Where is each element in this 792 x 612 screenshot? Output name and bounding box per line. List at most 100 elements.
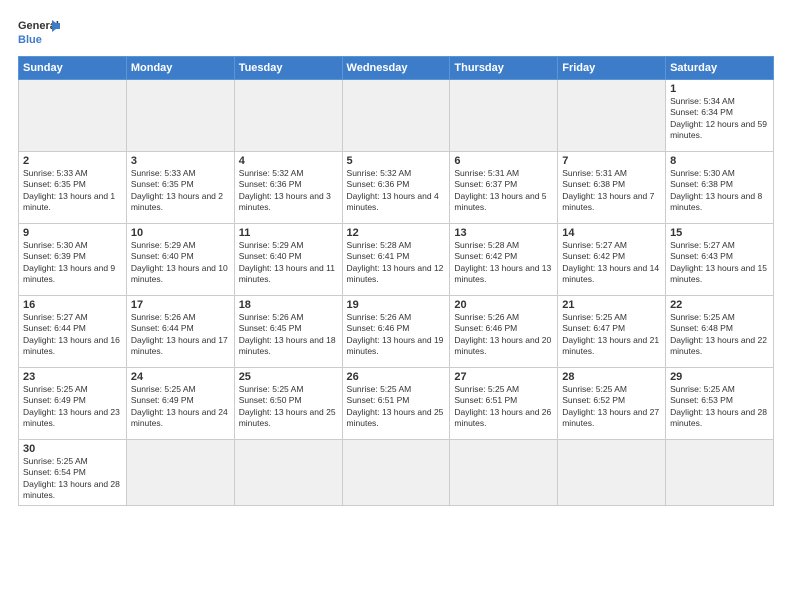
table-row: 25Sunrise: 5:25 AM Sunset: 6:50 PM Dayli…	[234, 368, 342, 440]
day-number: 5	[347, 155, 446, 167]
table-row: 7Sunrise: 5:31 AM Sunset: 6:38 PM Daylig…	[558, 152, 666, 224]
table-row: 5Sunrise: 5:32 AM Sunset: 6:36 PM Daylig…	[342, 152, 450, 224]
table-row: 28Sunrise: 5:25 AM Sunset: 6:52 PM Dayli…	[558, 368, 666, 440]
day-info: Sunrise: 5:25 AM Sunset: 6:48 PM Dayligh…	[670, 312, 769, 358]
calendar-week-row: 16Sunrise: 5:27 AM Sunset: 6:44 PM Dayli…	[19, 296, 774, 368]
table-row: 8Sunrise: 5:30 AM Sunset: 6:38 PM Daylig…	[666, 152, 774, 224]
calendar-week-row: 2Sunrise: 5:33 AM Sunset: 6:35 PM Daylig…	[19, 152, 774, 224]
table-row	[450, 440, 558, 506]
calendar-page: General Blue Sunday Monday Tuesday Wedne…	[0, 0, 792, 612]
table-row: 9Sunrise: 5:30 AM Sunset: 6:39 PM Daylig…	[19, 224, 127, 296]
day-info: Sunrise: 5:25 AM Sunset: 6:54 PM Dayligh…	[23, 456, 122, 502]
day-info: Sunrise: 5:28 AM Sunset: 6:42 PM Dayligh…	[454, 240, 553, 286]
day-info: Sunrise: 5:27 AM Sunset: 6:42 PM Dayligh…	[562, 240, 661, 286]
col-thursday: Thursday	[450, 57, 558, 80]
day-number: 24	[131, 371, 230, 383]
table-row: 20Sunrise: 5:26 AM Sunset: 6:46 PM Dayli…	[450, 296, 558, 368]
day-info: Sunrise: 5:32 AM Sunset: 6:36 PM Dayligh…	[347, 168, 446, 214]
day-info: Sunrise: 5:25 AM Sunset: 6:53 PM Dayligh…	[670, 384, 769, 430]
day-number: 29	[670, 371, 769, 383]
header: General Blue	[18, 16, 774, 48]
table-row: 23Sunrise: 5:25 AM Sunset: 6:49 PM Dayli…	[19, 368, 127, 440]
day-number: 8	[670, 155, 769, 167]
table-row: 26Sunrise: 5:25 AM Sunset: 6:51 PM Dayli…	[342, 368, 450, 440]
day-info: Sunrise: 5:31 AM Sunset: 6:37 PM Dayligh…	[454, 168, 553, 214]
day-number: 22	[670, 299, 769, 311]
calendar-week-row: 23Sunrise: 5:25 AM Sunset: 6:49 PM Dayli…	[19, 368, 774, 440]
calendar-header-row: Sunday Monday Tuesday Wednesday Thursday…	[19, 57, 774, 80]
day-info: Sunrise: 5:30 AM Sunset: 6:39 PM Dayligh…	[23, 240, 122, 286]
svg-text:Blue: Blue	[18, 34, 42, 46]
table-row	[666, 440, 774, 506]
day-info: Sunrise: 5:25 AM Sunset: 6:47 PM Dayligh…	[562, 312, 661, 358]
day-info: Sunrise: 5:29 AM Sunset: 6:40 PM Dayligh…	[131, 240, 230, 286]
day-info: Sunrise: 5:25 AM Sunset: 6:51 PM Dayligh…	[454, 384, 553, 430]
logo-svg: General Blue	[18, 16, 60, 48]
col-saturday: Saturday	[666, 57, 774, 80]
calendar-week-row: 30Sunrise: 5:25 AM Sunset: 6:54 PM Dayli…	[19, 440, 774, 506]
day-number: 9	[23, 227, 122, 239]
table-row	[558, 440, 666, 506]
day-info: Sunrise: 5:26 AM Sunset: 6:44 PM Dayligh…	[131, 312, 230, 358]
day-number: 21	[562, 299, 661, 311]
day-number: 20	[454, 299, 553, 311]
day-info: Sunrise: 5:25 AM Sunset: 6:52 PM Dayligh…	[562, 384, 661, 430]
day-info: Sunrise: 5:26 AM Sunset: 6:45 PM Dayligh…	[239, 312, 338, 358]
day-info: Sunrise: 5:34 AM Sunset: 6:34 PM Dayligh…	[670, 96, 769, 142]
table-row: 15Sunrise: 5:27 AM Sunset: 6:43 PM Dayli…	[666, 224, 774, 296]
day-info: Sunrise: 5:29 AM Sunset: 6:40 PM Dayligh…	[239, 240, 338, 286]
table-row: 19Sunrise: 5:26 AM Sunset: 6:46 PM Dayli…	[342, 296, 450, 368]
table-row	[234, 80, 342, 152]
table-row: 18Sunrise: 5:26 AM Sunset: 6:45 PM Dayli…	[234, 296, 342, 368]
day-number: 27	[454, 371, 553, 383]
day-number: 12	[347, 227, 446, 239]
table-row: 27Sunrise: 5:25 AM Sunset: 6:51 PM Dayli…	[450, 368, 558, 440]
day-info: Sunrise: 5:33 AM Sunset: 6:35 PM Dayligh…	[131, 168, 230, 214]
table-row: 17Sunrise: 5:26 AM Sunset: 6:44 PM Dayli…	[126, 296, 234, 368]
day-info: Sunrise: 5:25 AM Sunset: 6:49 PM Dayligh…	[23, 384, 122, 430]
day-info: Sunrise: 5:25 AM Sunset: 6:51 PM Dayligh…	[347, 384, 446, 430]
day-number: 17	[131, 299, 230, 311]
col-friday: Friday	[558, 57, 666, 80]
day-number: 2	[23, 155, 122, 167]
calendar-week-row: 9Sunrise: 5:30 AM Sunset: 6:39 PM Daylig…	[19, 224, 774, 296]
day-number: 25	[239, 371, 338, 383]
day-number: 13	[454, 227, 553, 239]
table-row: 10Sunrise: 5:29 AM Sunset: 6:40 PM Dayli…	[126, 224, 234, 296]
col-wednesday: Wednesday	[342, 57, 450, 80]
table-row: 6Sunrise: 5:31 AM Sunset: 6:37 PM Daylig…	[450, 152, 558, 224]
day-number: 26	[347, 371, 446, 383]
day-number: 14	[562, 227, 661, 239]
day-number: 6	[454, 155, 553, 167]
logo: General Blue	[18, 16, 60, 48]
table-row: 12Sunrise: 5:28 AM Sunset: 6:41 PM Dayli…	[342, 224, 450, 296]
day-info: Sunrise: 5:28 AM Sunset: 6:41 PM Dayligh…	[347, 240, 446, 286]
day-number: 7	[562, 155, 661, 167]
col-monday: Monday	[126, 57, 234, 80]
day-info: Sunrise: 5:25 AM Sunset: 6:50 PM Dayligh…	[239, 384, 338, 430]
day-info: Sunrise: 5:26 AM Sunset: 6:46 PM Dayligh…	[347, 312, 446, 358]
table-row	[126, 80, 234, 152]
table-row: 11Sunrise: 5:29 AM Sunset: 6:40 PM Dayli…	[234, 224, 342, 296]
table-row: 1Sunrise: 5:34 AM Sunset: 6:34 PM Daylig…	[666, 80, 774, 152]
day-number: 18	[239, 299, 338, 311]
table-row: 4Sunrise: 5:32 AM Sunset: 6:36 PM Daylig…	[234, 152, 342, 224]
day-number: 11	[239, 227, 338, 239]
day-info: Sunrise: 5:27 AM Sunset: 6:43 PM Dayligh…	[670, 240, 769, 286]
day-number: 3	[131, 155, 230, 167]
table-row	[126, 440, 234, 506]
day-info: Sunrise: 5:33 AM Sunset: 6:35 PM Dayligh…	[23, 168, 122, 214]
table-row: 30Sunrise: 5:25 AM Sunset: 6:54 PM Dayli…	[19, 440, 127, 506]
table-row: 13Sunrise: 5:28 AM Sunset: 6:42 PM Dayli…	[450, 224, 558, 296]
table-row: 29Sunrise: 5:25 AM Sunset: 6:53 PM Dayli…	[666, 368, 774, 440]
table-row	[342, 440, 450, 506]
day-number: 28	[562, 371, 661, 383]
day-number: 23	[23, 371, 122, 383]
day-number: 30	[23, 443, 122, 455]
table-row: 16Sunrise: 5:27 AM Sunset: 6:44 PM Dayli…	[19, 296, 127, 368]
day-info: Sunrise: 5:26 AM Sunset: 6:46 PM Dayligh…	[454, 312, 553, 358]
table-row	[234, 440, 342, 506]
table-row: 24Sunrise: 5:25 AM Sunset: 6:49 PM Dayli…	[126, 368, 234, 440]
day-number: 1	[670, 83, 769, 95]
table-row: 2Sunrise: 5:33 AM Sunset: 6:35 PM Daylig…	[19, 152, 127, 224]
